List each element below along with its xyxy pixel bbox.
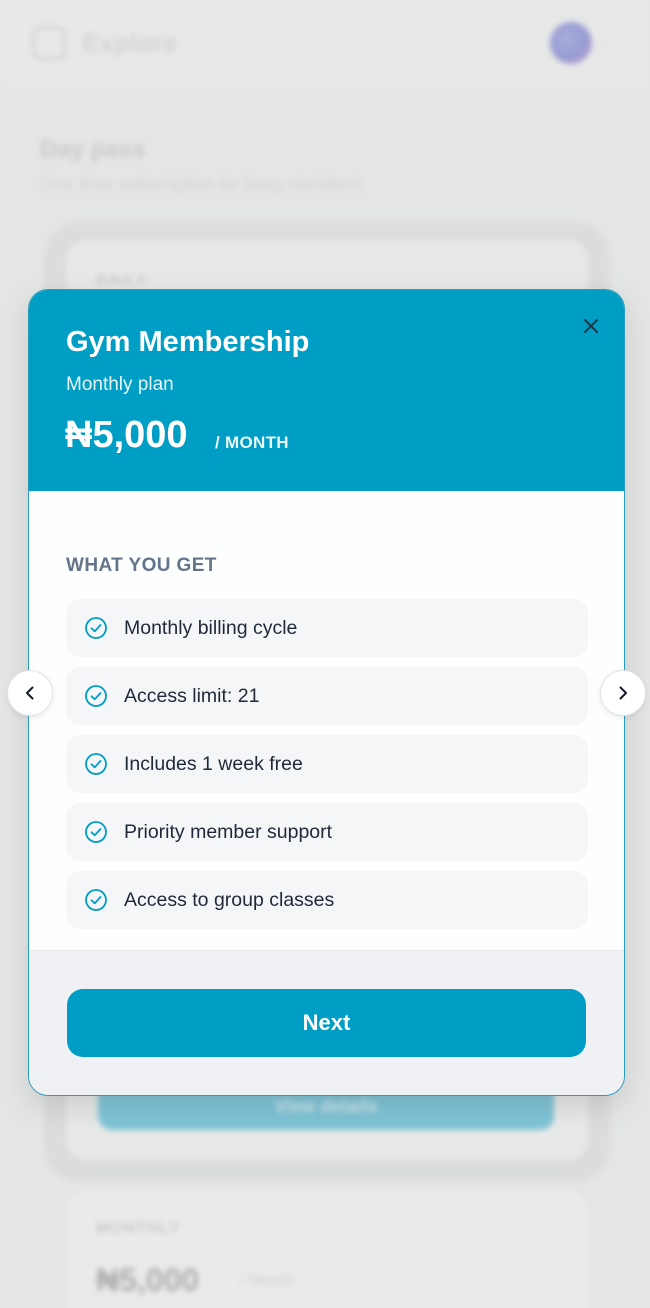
- feature-item: Access to group classes: [66, 871, 588, 929]
- plan-period: / MONTH: [215, 433, 289, 452]
- feature-list: Monthly billing cycle Access limit: 21 I…: [66, 599, 588, 939]
- check-circle-icon: [85, 685, 107, 707]
- feature-label: Monthly billing cycle: [124, 616, 298, 639]
- modal-body: WHAT YOU GET Monthly billing cycle Acces…: [29, 491, 624, 951]
- plan-price: ₦5,000: [65, 414, 188, 456]
- check-circle-icon: [85, 821, 107, 843]
- chevron-right-icon: [619, 686, 627, 700]
- plan-details-modal: Gym Membership Monthly plan ₦5,000 / MON…: [28, 289, 625, 1096]
- close-button[interactable]: [575, 310, 607, 342]
- check-circle-icon: [85, 889, 107, 911]
- features-heading: WHAT YOU GET: [66, 555, 217, 576]
- check-circle-icon: [85, 617, 107, 639]
- feature-label: Access limit: 21: [124, 684, 260, 707]
- close-icon: [584, 319, 598, 333]
- check-circle-icon: [85, 753, 107, 775]
- next-button[interactable]: Next: [67, 989, 586, 1057]
- modal-header: Gym Membership Monthly plan ₦5,000 / MON…: [29, 290, 624, 491]
- plan-subtitle: Monthly plan: [66, 374, 174, 395]
- feature-item: Priority member support: [66, 803, 588, 861]
- feature-item: Monthly billing cycle: [66, 599, 588, 657]
- feature-label: Access to group classes: [124, 888, 335, 911]
- feature-label: Priority member support: [124, 820, 333, 843]
- feature-label: Includes 1 week free: [124, 752, 303, 775]
- feature-item: Access limit: 21: [66, 667, 588, 725]
- previous-plan-button[interactable]: [7, 670, 53, 716]
- chevron-left-icon: [26, 686, 34, 700]
- next-plan-button[interactable]: [600, 670, 646, 716]
- modal-footer: Next: [29, 951, 624, 1095]
- feature-item: Includes 1 week free: [66, 735, 588, 793]
- plan-title: Gym Membership: [66, 326, 310, 358]
